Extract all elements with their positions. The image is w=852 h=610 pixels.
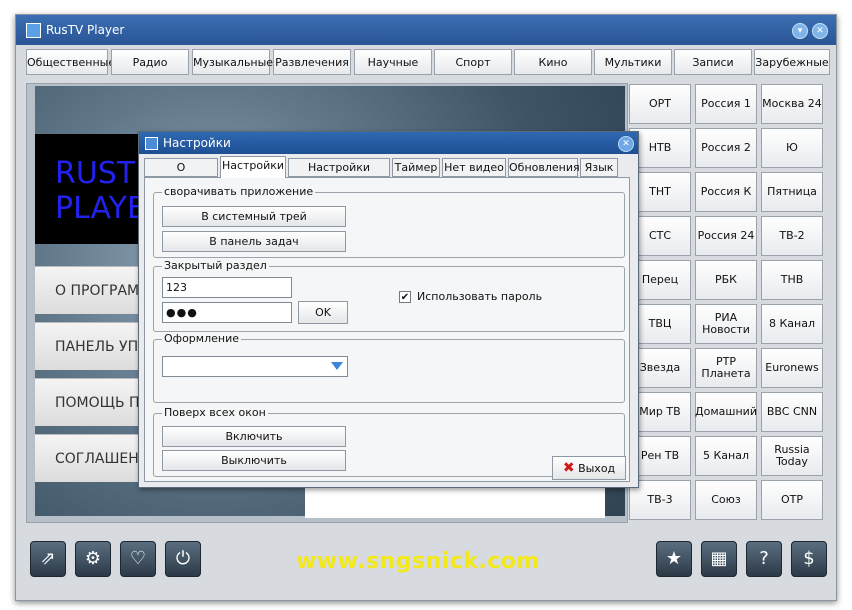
power-icon[interactable]: ⏻ [165,541,201,577]
app-icon [26,23,41,38]
dialog-title-bar[interactable]: Настройки ✕ [139,132,638,154]
channel-button[interactable]: ТНВ [761,260,823,300]
channel-button[interactable]: РБК [695,260,757,300]
password-input[interactable]: ●●● [162,302,292,323]
tab-language[interactable]: Язык [580,158,618,177]
channel-button[interactable]: Россия К [695,172,757,212]
watermark: www.sngsnick.com [296,549,540,574]
tray-button[interactable]: В системный трей [162,206,346,227]
code-input[interactable]: 123 [162,277,292,298]
category-movies[interactable]: Кино [514,49,592,75]
channel-button[interactable]: Союз [695,480,757,520]
minimize-legend: сворачивать приложение [162,185,316,198]
channel-button[interactable]: BBC CNN [761,392,823,432]
channel-button[interactable]: Москва 24 [761,84,823,124]
appearance-select[interactable] [162,356,348,377]
taskbar-button[interactable]: В панель задач [162,231,346,252]
channel-button[interactable]: РТР Планета [695,348,757,388]
external-link-icon[interactable]: ⇗ [30,541,66,577]
dialog-icon [145,137,158,150]
logo-text: RUST PLAYE [55,156,146,226]
minimize-group: сворачивать приложение В системный трей … [153,185,625,258]
category-entertainment[interactable]: Развлечения [273,49,351,75]
channel-button[interactable]: Россия 1 [695,84,757,124]
channel-button[interactable]: ОТР [761,480,823,520]
category-foreign[interactable]: Зарубежные [754,49,830,75]
logo-line-2: PLAYE [55,191,146,226]
category-sport[interactable]: Спорт [434,49,512,75]
channel-button[interactable]: Euronews [761,348,823,388]
exit-label: Выход [578,462,616,475]
channel-button[interactable]: ТВ-2 [761,216,823,256]
close-icon: ✖ [562,460,575,476]
category-cartoons[interactable]: Мультики [594,49,672,75]
help-icon[interactable]: ? [746,541,782,577]
exit-button[interactable]: ✖ Выход [552,456,626,480]
dialog-title: Настройки [163,136,231,150]
logo-line-1: RUST [55,156,136,191]
enable-on-top-button[interactable]: Включить [162,426,346,447]
ok-button[interactable]: OK [298,301,348,324]
category-music[interactable]: Музыкальные [192,49,273,75]
title-bar[interactable]: RusTV Player ▾ ✕ [16,15,836,45]
channel-button[interactable]: 8 Канал [761,304,823,344]
category-radio[interactable]: Радио [111,49,189,75]
dialog-close-icon[interactable]: ✕ [618,136,634,152]
tab-about[interactable]: О программе [144,158,218,192]
closed-section-group: Закрытый раздел 123 ●●● OK ✔ Использоват… [153,259,625,332]
channel-button[interactable]: Домашний [695,392,757,432]
channel-button[interactable]: 5 Канал [695,436,757,476]
channel-button[interactable]: Russia Today [761,436,823,476]
disable-on-top-button[interactable]: Выключить [162,450,346,471]
settings-dialog: Настройки ✕ О программе Настройки Настро… [138,131,639,488]
category-recordings[interactable]: Записи [674,49,752,75]
close-icon[interactable]: ✕ [812,23,828,39]
tab-settings[interactable]: Настройки [220,156,286,178]
tab-no-video[interactable]: Нет видео [442,158,506,177]
channel-button[interactable]: Россия 24 [695,216,757,256]
grid-icon[interactable]: ▦ [701,541,737,577]
on-top-legend: Поверх всех окон [162,406,268,419]
gear-icon[interactable]: ⚙ [75,541,111,577]
closed-section-legend: Закрытый раздел [162,259,269,272]
channel-button[interactable]: ОРТ [629,84,691,124]
use-password-label: Использовать пароль [417,290,543,303]
channel-button[interactable]: Пятница [761,172,823,212]
category-science[interactable]: Научные [354,49,432,75]
heart-icon[interactable]: ♡ [120,541,156,577]
category-bar: Общественные Радио Музыкальные Развлечен… [26,49,830,75]
settings-tab-panel: сворачивать приложение В системный трей … [144,177,630,482]
tab-updates[interactable]: Обновления [508,158,580,177]
app-title: RusTV Player [46,23,125,37]
minimize-icon[interactable]: ▾ [792,23,808,39]
chevron-down-icon [331,362,343,370]
bottom-toolbar: ⇗ ⚙ ♡ ⏻ www.sngsnick.com ★ ▦ ? $ [26,537,830,583]
appearance-legend: Оформление [162,332,241,345]
tab-proxy[interactable]: Настройки прокси [288,158,390,192]
dollar-icon[interactable]: $ [791,541,827,577]
dialog-tabs: О программе Настройки Настройки прокси Т… [144,156,630,192]
appearance-group: Оформление [153,332,625,403]
channel-button[interactable]: Россия 2 [695,128,757,168]
channel-button[interactable]: РИА Новости [695,304,757,344]
channel-grid: ОРТ Россия 1 Москва 24 НТВ Россия 2 Ю ТНТ Росси… [628,83,828,523]
category-public[interactable]: Общественные [26,49,115,75]
use-password-checkbox[interactable]: ✔ [399,291,411,303]
channel-button[interactable]: Ю [761,128,823,168]
tab-timer[interactable]: Таймер [392,158,440,177]
on-top-group: Поверх всех окон Включить Выключить ✖ Вы… [153,406,626,480]
star-icon[interactable]: ★ [656,541,692,577]
